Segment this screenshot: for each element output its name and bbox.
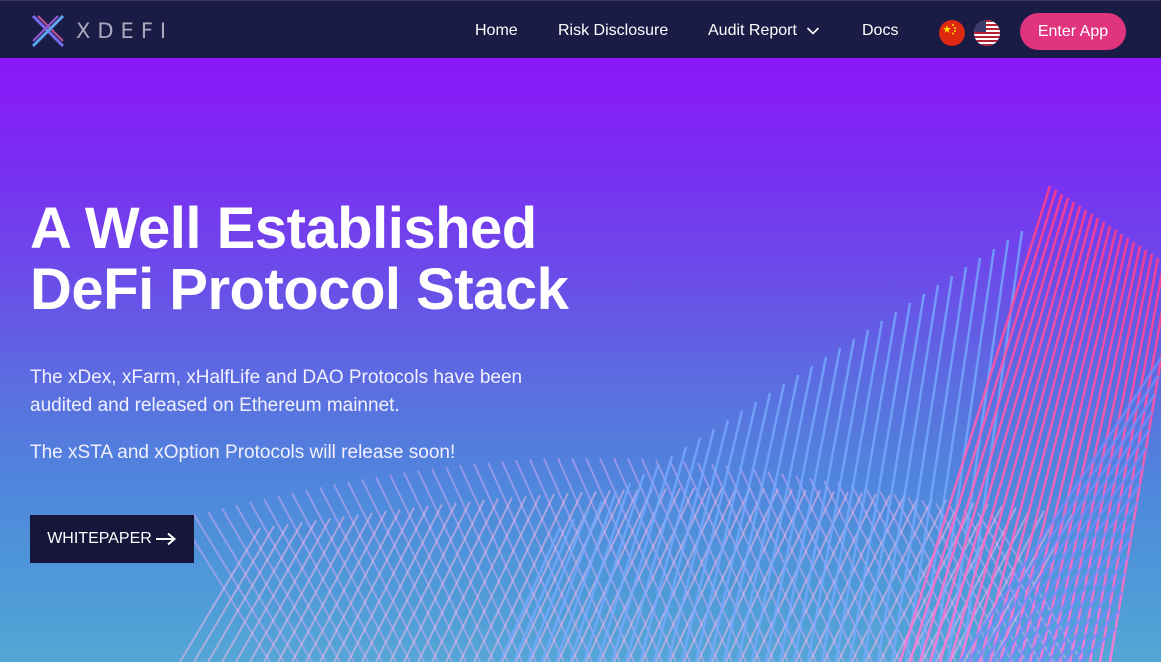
arrow-right-icon <box>155 532 176 546</box>
whitepaper-label: WHITEPAPER <box>47 530 152 547</box>
xdefi-logo-icon <box>31 14 65 48</box>
whitepaper-button[interactable]: WHITEPAPER <box>30 515 194 563</box>
nav-docs-link[interactable]: Docs <box>862 21 898 41</box>
language-cn-button[interactable] <box>939 20 965 46</box>
decorative-line <box>498 527 562 662</box>
hero-title-line-1: A Well Established <box>30 196 537 261</box>
hero-paragraph-released: The xDex, xFarm, xHalfLife and DAO Proto… <box>30 367 523 416</box>
brand-name: XDEFI <box>76 19 174 43</box>
navbar: XDEFI Home Risk Disclosure Audit Report … <box>0 0 1161 58</box>
chevron-down-icon <box>806 27 820 35</box>
brand-logo[interactable]: XDEFI <box>30 13 173 49</box>
enter-app-button[interactable]: Enter App <box>1020 13 1126 50</box>
language-en-button[interactable] <box>974 20 1000 46</box>
hero-title-line-2: DeFi Protocol Stack <box>30 257 569 322</box>
china-flag-icon <box>939 20 965 46</box>
nav-audit-report-dropdown[interactable]: Audit Report <box>708 21 820 41</box>
hero-title: A Well Established DeFi Protocol Stack <box>30 196 569 322</box>
hero-paragraph-upcoming: The xSTA and xOption Protocols will rele… <box>30 442 456 463</box>
nav-audit-report-label: Audit Report <box>708 22 797 39</box>
wave-lines-background <box>179 185 1161 662</box>
nav-home-link[interactable]: Home <box>475 21 518 41</box>
usa-flag-icon <box>974 20 1000 46</box>
hero-section: A Well Established DeFi Protocol Stack T… <box>0 58 1161 662</box>
nav-risk-disclosure-link[interactable]: Risk Disclosure <box>558 21 668 41</box>
